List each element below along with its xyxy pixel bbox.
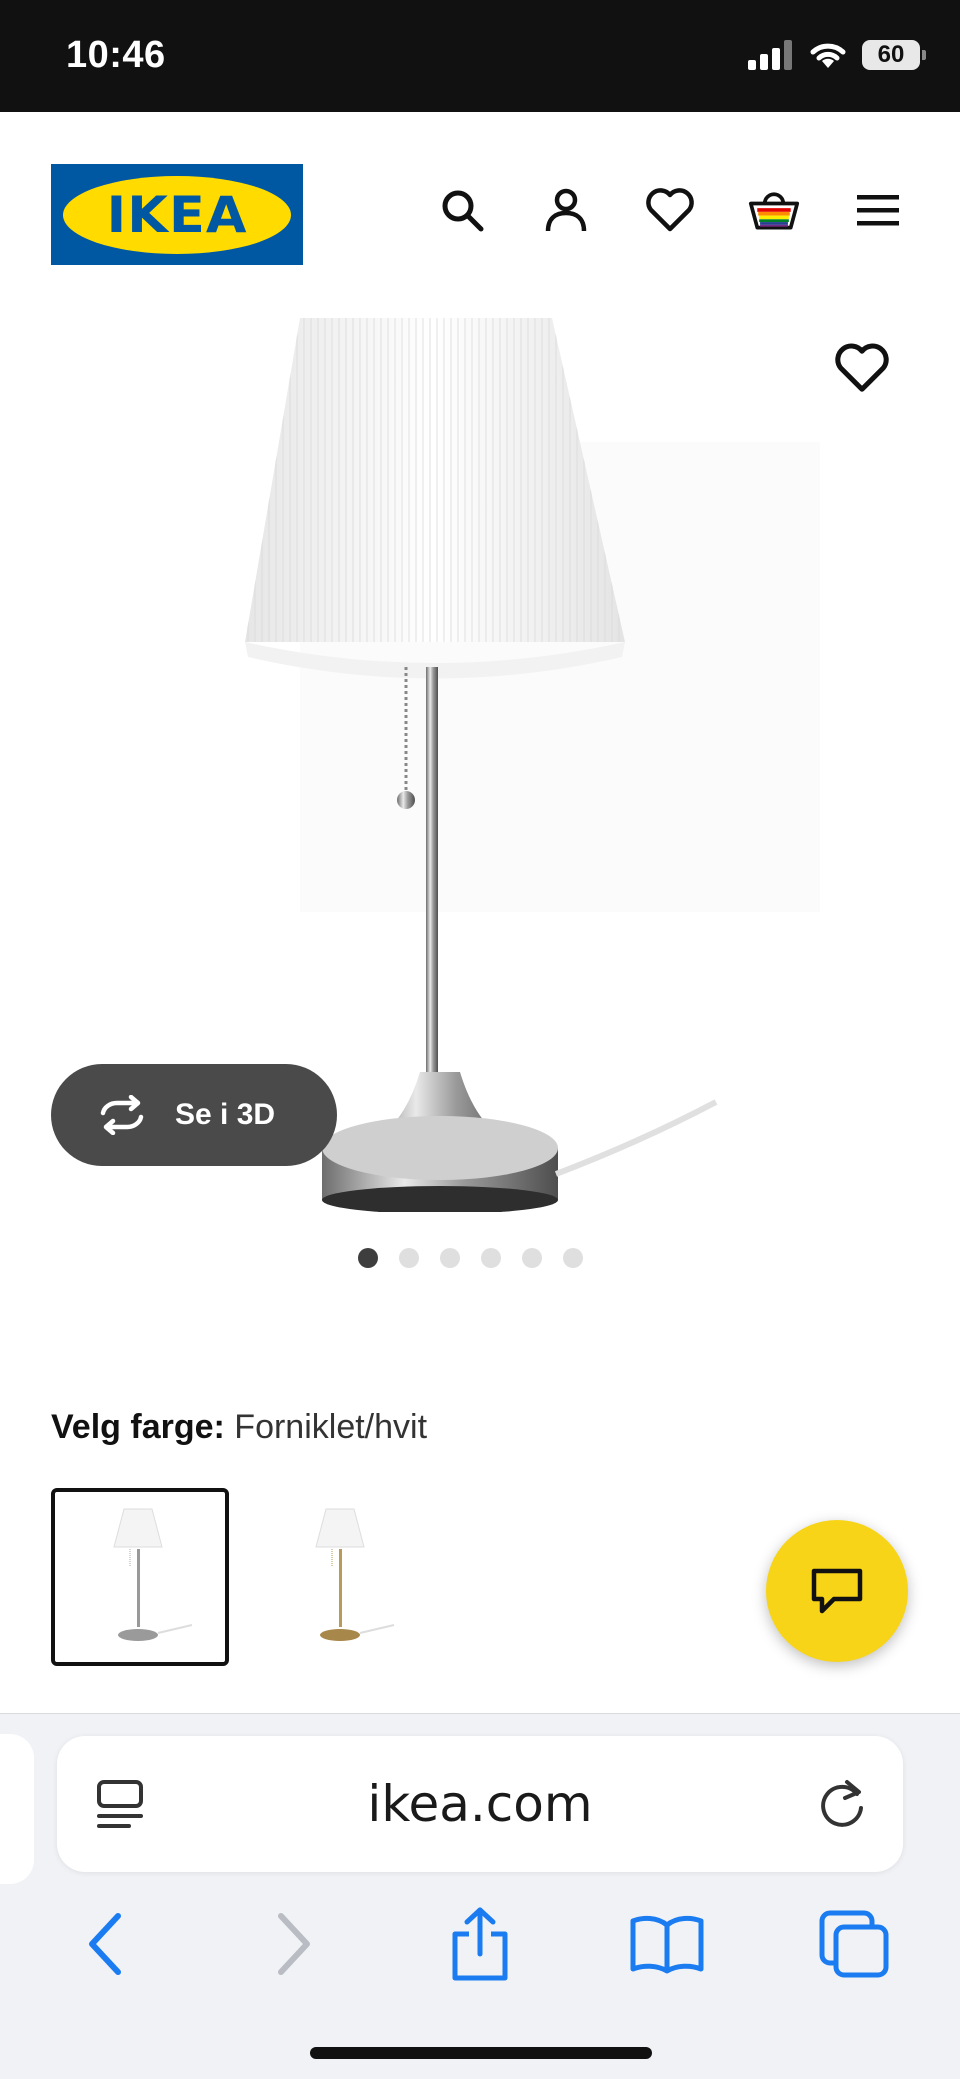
carousel-dot[interactable] <box>562 1248 583 1268</box>
carousel-dot[interactable] <box>521 1248 542 1268</box>
lamp-thumbnail <box>315 1508 395 1641</box>
reader-icon[interactable] <box>95 1778 145 1835</box>
address-bar[interactable]: ikea.com <box>57 1736 903 1872</box>
add-to-wishlist-button[interactable] <box>834 342 890 398</box>
heart-icon <box>835 343 889 392</box>
reload-icon[interactable] <box>817 1776 869 1837</box>
status-time: 10:46 <box>66 34 166 76</box>
carousel-dot[interactable] <box>480 1248 501 1268</box>
bookmarks-icon <box>630 1915 704 1974</box>
color-label-key: Velg farge: <box>51 1408 225 1446</box>
status-indicators: 60 <box>748 40 926 70</box>
browser-toolbar: ikea.com <box>0 1713 960 2079</box>
signal-icon <box>748 40 792 70</box>
back-icon <box>88 1913 121 1975</box>
search-icon[interactable] <box>436 184 488 236</box>
forward-icon <box>277 1913 310 1975</box>
share-icon <box>452 1907 508 1981</box>
menu-icon[interactable] <box>852 184 904 236</box>
back-button[interactable] <box>61 1899 151 1989</box>
carousel-dots <box>0 1248 960 1268</box>
color-label-value: Forniklet/hvit <box>234 1408 428 1446</box>
logo-text: IKEA <box>106 185 248 244</box>
cart-icon[interactable] <box>748 184 800 236</box>
view-3d-button[interactable]: Se i 3D <box>51 1064 337 1166</box>
carousel-dot[interactable] <box>357 1248 378 1268</box>
view-3d-label: Se i 3D <box>175 1098 276 1131</box>
chat-icon <box>811 1568 863 1614</box>
tabs-button[interactable] <box>809 1899 899 1989</box>
wifi-icon <box>810 43 846 68</box>
color-selector-label: Velg farge: Forniklet/hvit <box>51 1408 427 1447</box>
carousel-dot[interactable] <box>439 1248 460 1268</box>
bookmarks-button[interactable] <box>622 1899 712 1989</box>
product-image-carousel[interactable]: Se i 3D <box>0 312 960 1268</box>
adjacent-tab-peek[interactable] <box>0 1734 34 1884</box>
tabs-icon <box>819 1910 889 1978</box>
chat-button[interactable] <box>766 1520 908 1662</box>
rotate-3d-icon <box>100 1095 144 1135</box>
color-swatches <box>51 1488 431 1666</box>
account-icon[interactable] <box>540 184 592 236</box>
carousel-dot[interactable] <box>398 1248 419 1268</box>
share-button[interactable] <box>435 1899 525 1989</box>
browser-nav-bar <box>0 1884 960 2004</box>
battery-level: 60 <box>877 41 905 68</box>
status-bar: 10:46 60 <box>0 0 960 112</box>
lamp-thumbnail <box>113 1508 193 1641</box>
site-header: IKEA <box>0 112 960 312</box>
swatch-nickel-white[interactable] <box>51 1488 229 1666</box>
wishlist-icon[interactable] <box>644 184 696 236</box>
logo-oval: IKEA <box>63 175 291 254</box>
battery-icon: 60 <box>862 40 926 70</box>
forward-button[interactable] <box>248 1899 338 1989</box>
home-indicator[interactable] <box>310 2047 652 2059</box>
swatch-brass-white[interactable] <box>253 1488 431 1666</box>
ikea-logo[interactable]: IKEA <box>51 164 303 265</box>
url-text: ikea.com <box>367 1775 593 1833</box>
header-icons <box>436 184 904 236</box>
